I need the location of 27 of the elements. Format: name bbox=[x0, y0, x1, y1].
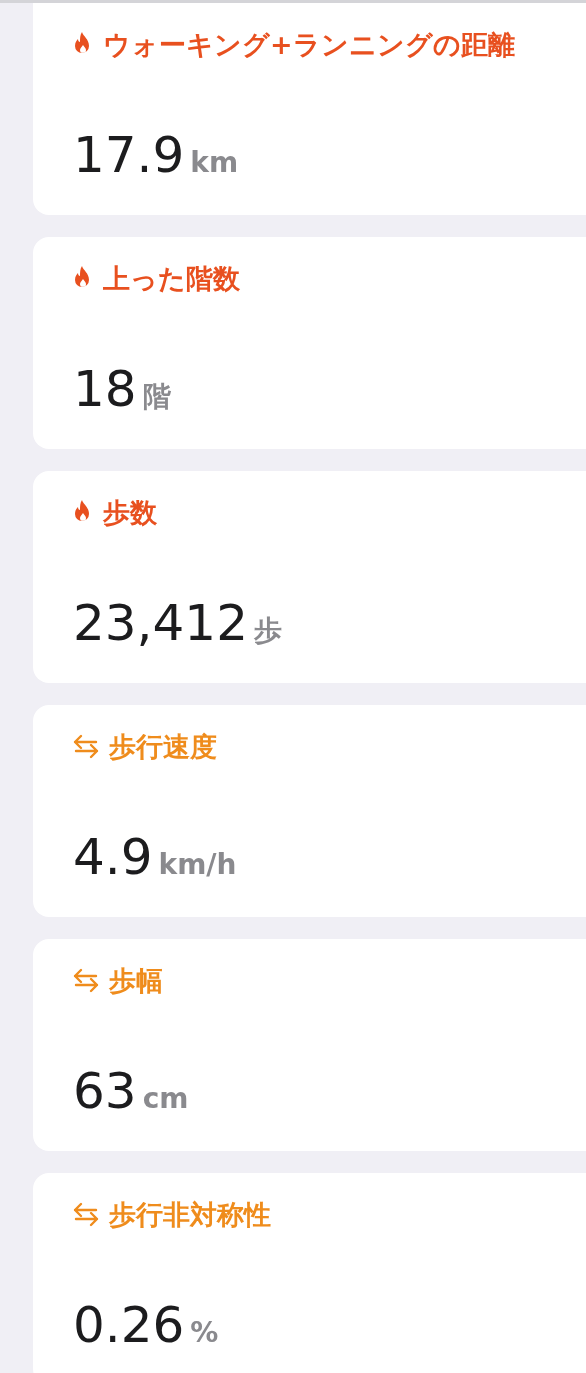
metric-card[interactable]: 上った階数 18 階 bbox=[33, 237, 586, 449]
metric-unit: 階 bbox=[142, 379, 171, 415]
card-title: 歩行速度 bbox=[73, 725, 553, 769]
arrows-icon bbox=[73, 967, 99, 993]
metric-value: 4.9 bbox=[73, 827, 153, 887]
arrows-icon bbox=[73, 733, 99, 759]
metric-unit: % bbox=[190, 1316, 219, 1349]
metric-unit: km bbox=[190, 146, 239, 179]
metric-card[interactable]: 歩幅 63 cm bbox=[33, 939, 586, 1151]
metric-unit: 歩 bbox=[253, 613, 282, 649]
card-title: 歩数 bbox=[73, 491, 553, 535]
card-title: ウォーキング+ランニングの距離 bbox=[73, 23, 553, 67]
metric-unit: cm bbox=[142, 1082, 189, 1115]
card-title: 歩幅 bbox=[73, 959, 553, 1003]
metric-card[interactable]: 歩行非対称性 0.26% bbox=[33, 1173, 586, 1373]
card-title: 上った階数 bbox=[73, 257, 553, 301]
metric-value: 0.26 bbox=[73, 1295, 185, 1355]
arrows-icon bbox=[73, 1201, 99, 1227]
metric-card[interactable]: ウォーキング+ランニングの距離 17.9 km bbox=[33, 3, 586, 215]
metric-value: 17.9 bbox=[73, 125, 185, 185]
card-title: 歩行非対称性 bbox=[73, 1193, 553, 1237]
metric-unit: km/h bbox=[158, 848, 237, 881]
metric-value: 63 bbox=[73, 1061, 137, 1121]
metric-card[interactable]: 歩行速度 4.9 km/h bbox=[33, 705, 586, 917]
metric-card[interactable]: 歩数 23,412 歩 bbox=[33, 471, 586, 683]
metric-value: 18 bbox=[73, 359, 137, 419]
metric-value: 23,412 bbox=[73, 593, 248, 653]
